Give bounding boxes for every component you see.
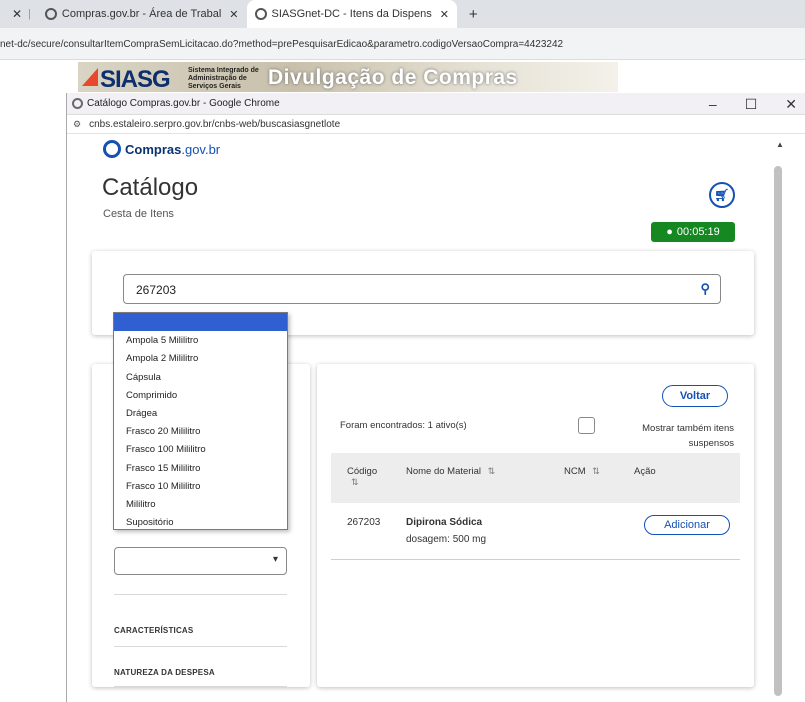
dropdown-option[interactable]: Supositório (114, 513, 287, 531)
chevron-down-icon: ▾ (272, 554, 278, 565)
add-button[interactable]: Adicionar (644, 515, 730, 535)
search-input[interactable]: 267203 ⚲ (123, 274, 721, 304)
search-value: 267203 (136, 283, 177, 297)
sort-icon[interactable]: ⇅ (592, 466, 600, 476)
popup-titlebar: Catálogo Compras.gov.br - Google Chrome … (67, 93, 805, 115)
row-material-detail: dosagem: 500 mg (406, 534, 487, 545)
siasg-subtitle: Sistema Integrado de Administração de Serv… (188, 67, 259, 90)
unit-dropdown-list: Ampola 5 Mililitro Ampola 2 Mililitro Cá… (113, 312, 288, 530)
table-header: Código ⇅ Nome do Material ⇅ NCM ⇅ Ação (331, 453, 740, 503)
address-bar[interactable]: net-dc/secure/consultarItemCompraSemLici… (0, 28, 805, 60)
chrome-icon (72, 98, 83, 109)
tab-label: SIASGnet-DC - Itens da Dispens (271, 8, 432, 20)
col-material-name[interactable]: Nome do Material ⇅ (406, 466, 495, 477)
dropdown-option[interactable]: Frasco 20 Mililitro (114, 422, 287, 440)
divider (114, 646, 287, 647)
url-text: net-dc/secure/consultarItemCompraSemLici… (0, 39, 564, 50)
col-ncm[interactable]: NCM ⇅ (564, 466, 600, 477)
tab-compras[interactable]: Compras.gov.br - Área de Trabal ✕ (37, 0, 247, 28)
row-material-name: Dipirona Sódica (406, 517, 483, 528)
close-tab-icon[interactable]: ✕ (12, 7, 22, 21)
timer-value: 00:05:19 (676, 226, 720, 238)
characteristics-section[interactable]: CARACTERÍSTICAS (114, 626, 193, 635)
divider (114, 594, 287, 595)
search-icon[interactable]: ⚲ (700, 281, 710, 297)
clock-icon: ● (666, 226, 673, 238)
chrome-favicon-icon (254, 8, 267, 20)
site-info-icon[interactable]: ⚙ (73, 119, 81, 130)
col-code[interactable]: Código ⇅ (347, 466, 377, 488)
dropdown-option[interactable]: Frasco 10 Mililitro (114, 477, 287, 495)
show-suspended-label: Mostrar também itens suspensos (642, 423, 734, 449)
expense-nature-section[interactable]: NATUREZA DA DESPESA (114, 668, 215, 677)
dropdown-option[interactable]: Comprimido (114, 386, 287, 404)
close-icon[interactable]: ✕ (229, 8, 238, 21)
session-timer: ● 00:05:19 (651, 222, 735, 242)
results-count: Foram encontrados: 1 ativo(s) (340, 420, 467, 431)
dropdown-option[interactable] (114, 313, 287, 332)
dropdown-option[interactable]: Ampola 5 Mililitro (114, 331, 287, 349)
brand-suffix: .gov.br (181, 141, 221, 157)
sort-icon[interactable]: ⇅ (488, 466, 496, 476)
compras-logo-icon (103, 140, 121, 158)
col-action: Ação (634, 466, 656, 477)
scrollbar[interactable]: ▲ (770, 134, 805, 702)
unit-select[interactable]: ▾ (114, 547, 287, 575)
browser-tabstrip: ✕ | Compras.gov.br - Área de Trabal ✕ SI… (0, 0, 805, 28)
back-button[interactable]: Voltar (662, 385, 728, 407)
dropdown-option[interactable]: Frasco 100 Mililitro (114, 440, 287, 458)
page-title: Catálogo (102, 174, 199, 201)
minimize-button[interactable]: – (709, 96, 717, 113)
dropdown-option[interactable]: Cápsula (114, 368, 287, 386)
row-code: 267203 (347, 517, 381, 528)
popup-url-text: cnbs.estaleiro.serpro.gov.br/cnbs-web/bu… (89, 118, 341, 130)
dropdown-option[interactable]: Ampola 2 Mililitro (114, 349, 287, 367)
compras-logo[interactable]: Compras .gov.br (103, 140, 220, 158)
show-suspended-checkbox[interactable] (578, 417, 595, 434)
tab-label: Compras.gov.br - Área de Trabal (61, 8, 222, 20)
dropdown-option[interactable]: Mililitro (114, 495, 287, 513)
siasg-logo: SIASG (82, 66, 171, 92)
maximize-button[interactable]: ☐ (745, 96, 758, 113)
scroll-up-icon[interactable]: ▲ (776, 140, 784, 149)
tab-siasgnet[interactable]: SIASGnet-DC - Itens da Dispens ✕ (246, 0, 457, 28)
brand-name: Compras (125, 141, 182, 157)
dropdown-option[interactable]: Frasco 15 Mililitro (114, 459, 287, 477)
results-panel: Voltar Foram encontrados: 1 ativo(s) Mos… (317, 364, 754, 687)
cart-icon: 🛒︎ (714, 188, 730, 202)
popup-address-bar[interactable]: ⚙ cnbs.estaleiro.serpro.gov.br/cnbs-web/… (67, 115, 805, 134)
siasg-banner: SIASG Sistema Integrado de Administração … (78, 62, 618, 92)
sort-icon[interactable]: ⇅ (351, 477, 359, 487)
banner-title: Divulgação de Compras (268, 66, 518, 89)
dropdown-option[interactable]: Drágea (114, 404, 287, 422)
page-subtitle: Cesta de Itens (103, 208, 174, 220)
close-icon[interactable]: ✕ (440, 8, 449, 21)
new-tab-icon[interactable]: + (469, 6, 478, 23)
table-row: 267203 Dipirona Sódica dosagem: 500 mg A… (331, 504, 740, 560)
divider (114, 686, 287, 687)
popup-window-title: Catálogo Compras.gov.br - Google Chrome (87, 98, 280, 109)
compras-favicon-icon (44, 8, 57, 20)
close-window-button[interactable]: ✕ (785, 96, 797, 113)
cart-button[interactable]: 🛒︎ (709, 182, 735, 208)
scrollbar-thumb[interactable] (774, 166, 782, 696)
